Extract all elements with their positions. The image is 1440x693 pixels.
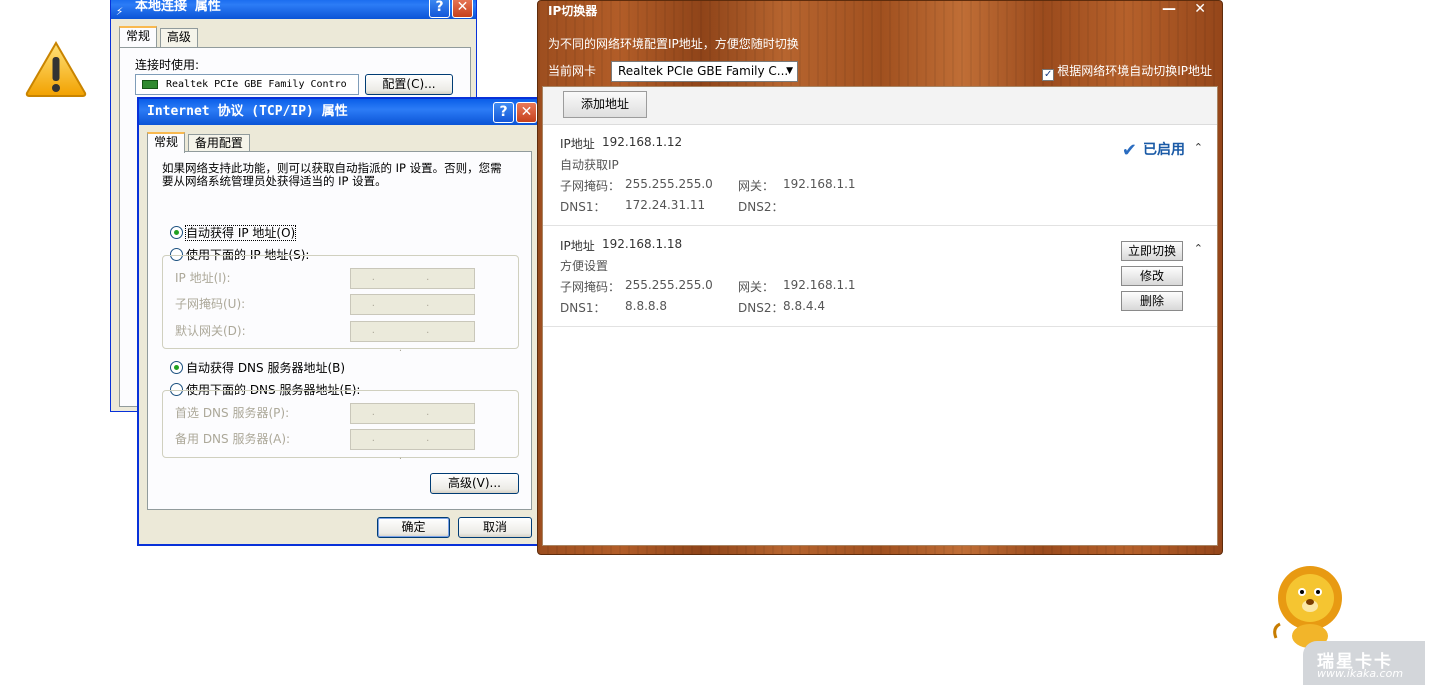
dns1-label: DNS1： [560,301,606,315]
ip-value: 192.168.1.12 [602,135,683,149]
radio-indicator [170,226,183,239]
status-badge: ✔ 已启用 [1122,139,1185,161]
ip-switcher-window: IP切换器 — ✕ 为不同的网络环境配置IP地址，方便您随时切换 当前网卡 Re… [537,0,1223,555]
intro-text: 如果网络支持此功能，则可以获取自动指派的 IP 设置。否则，您需要从网络系统管理… [162,161,502,188]
connect-using-label: 连接时使用: [135,58,200,72]
close-button[interactable]: ✕ [516,102,537,123]
nic-select[interactable]: Realtek PCIe GBE Family C... ▼ [611,61,798,82]
help-button[interactable]: ? [429,0,450,18]
subnet-mask-input[interactable]: . . . [350,294,475,327]
dns1-value: 172.24.31.11 [625,198,706,212]
tab-general[interactable]: 常规 [119,26,158,47]
nic-select-value: Realtek PCIe GBE Family C... [618,64,789,78]
tcpip-titlebar[interactable]: Internet 协议 (TCP/IP) 属性 ? ✕ [139,99,539,125]
preferred-dns-input[interactable]: . . . [350,403,475,436]
checkmark-icon: ✔ [1121,140,1137,161]
ip-address-input[interactable]: . . . [350,268,475,301]
local-conn-titlebar[interactable]: ⚡ 本地连接 属性 ? ✕ [111,0,476,19]
collapse-chevron-icon[interactable]: ⌃ [1194,242,1203,255]
auto-dns-radio[interactable]: 自动获得 DNS 服务器地址(B) [170,360,345,376]
advanced-button[interactable]: 高级(V)... [430,473,519,494]
close-button[interactable]: ✕ [1194,1,1206,17]
dns2-label: DNS2： [738,200,784,214]
checkbox-check-icon: ✓ [1042,69,1055,81]
subnet-mask-label: 子网掩码： [560,280,621,294]
ip-label: IP地址 [560,239,595,253]
subnet-mask-value: 255.255.255.0 [625,177,713,191]
edit-button[interactable]: 修改 [1121,266,1183,286]
subnet-mask-label: 子网掩码： [560,179,621,193]
subnet-mask-value: 255.255.255.0 [625,278,713,292]
help-button[interactable]: ? [493,102,514,123]
gateway-value: 192.168.1.1 [783,177,856,191]
brand-watermark: 瑞星卡卡 www.ikaka.com [1303,641,1425,685]
tcpip-properties-window: Internet 协议 (TCP/IP) 属性 ? ✕ 常规 备用配置 如果网络… [137,97,541,546]
close-button[interactable]: ✕ [452,0,473,18]
default-gateway-label: 默认网关(D): [175,324,246,338]
ip-profile-entry[interactable]: IP地址 192.168.1.12 自动获取IP 子网掩码： 255.255.2… [543,125,1217,226]
alternate-dns-label: 备用 DNS 服务器(A): [175,432,291,446]
auto-switch-label: 根据网络环境自动切换IP地址 [1057,64,1212,78]
profile-name: 自动获取IP [560,158,619,172]
cancel-button[interactable]: 取消 [458,517,532,538]
auto-ip-radio[interactable]: 自动获得 IP 地址(O) [170,225,297,241]
auto-dns-label: 自动获得 DNS 服务器地址(B) [186,361,346,375]
auto-ip-label: 自动获得 IP 地址(O) [184,225,297,241]
switch-now-button[interactable]: 立即切换 [1121,241,1183,261]
delete-button[interactable]: 删除 [1121,291,1183,311]
default-gateway-input[interactable]: . . . [350,321,475,354]
preferred-dns-label: 首选 DNS 服务器(P): [175,406,290,420]
tcpip-panel: 如果网络支持此功能，则可以获取自动指派的 IP 设置。否则，您需要从网络系统管理… [147,151,532,510]
adapter-icon [142,80,158,89]
switcher-content: 添加地址 IP地址 192.168.1.12 自动获取IP 子网掩码： 255.… [542,86,1218,546]
ip-address-label: IP 地址(I): [175,271,231,285]
local-conn-title: 本地连接 属性 [135,0,221,14]
gateway-value: 192.168.1.1 [783,278,856,292]
dns1-label: DNS1： [560,200,606,214]
adapter-field: Realtek PCIe GBE Family Contro [135,74,359,95]
subnet-mask-label: 子网掩码(U): [175,297,246,311]
configure-button[interactable]: 配置(C)... [365,74,453,95]
collapse-chevron-icon[interactable]: ⌃ [1194,141,1203,154]
ip-label: IP地址 [560,137,595,151]
brand-url: www.ikaka.com [1317,667,1404,680]
switcher-title: IP切换器 [548,4,598,18]
ip-profile-entry[interactable]: IP地址 192.168.1.18 方便设置 子网掩码： 255.255.255… [543,226,1217,327]
adapter-name: Realtek PCIe GBE Family Contro [166,79,347,90]
warning-triangle-icon [25,41,87,97]
minimize-button[interactable]: — [1162,1,1176,17]
ip-value: 192.168.1.18 [602,237,683,251]
tab-advanced[interactable]: 高级 [159,28,198,47]
radio-indicator [170,361,183,374]
add-address-button[interactable]: 添加地址 [563,91,647,118]
tcpip-tabs: 常规 备用配置 [147,132,250,153]
ok-button[interactable]: 确定 [377,517,450,538]
dropdown-arrow-icon: ▼ [786,66,793,76]
dns2-value: 8.8.4.4 [783,299,825,313]
nic-label: 当前网卡 [548,64,597,78]
status-label: 已启用 [1143,142,1185,158]
auto-switch-checkbox[interactable]: ✓ 根据网络环境自动切换IP地址 [1042,62,1212,81]
tcpip-title: Internet 协议 (TCP/IP) 属性 [147,104,348,119]
dns1-value: 8.8.8.8 [625,299,667,313]
switcher-toolbar: 添加地址 [543,87,1217,125]
local-conn-tabs: 常规 高级 [119,26,198,47]
alternate-dns-input[interactable]: . . . [350,429,475,462]
profile-name: 方便设置 [560,259,609,273]
network-icon: ⚡ [116,4,124,18]
tab-general[interactable]: 常规 [147,132,186,153]
gateway-label: 网关： [738,280,775,294]
gateway-label: 网关： [738,179,775,193]
lion-mascot-icon [1273,566,1342,648]
switcher-subtitle: 为不同的网络环境配置IP地址，方便您随时切换 [548,37,799,51]
dns2-label: DNS2： [738,301,784,315]
